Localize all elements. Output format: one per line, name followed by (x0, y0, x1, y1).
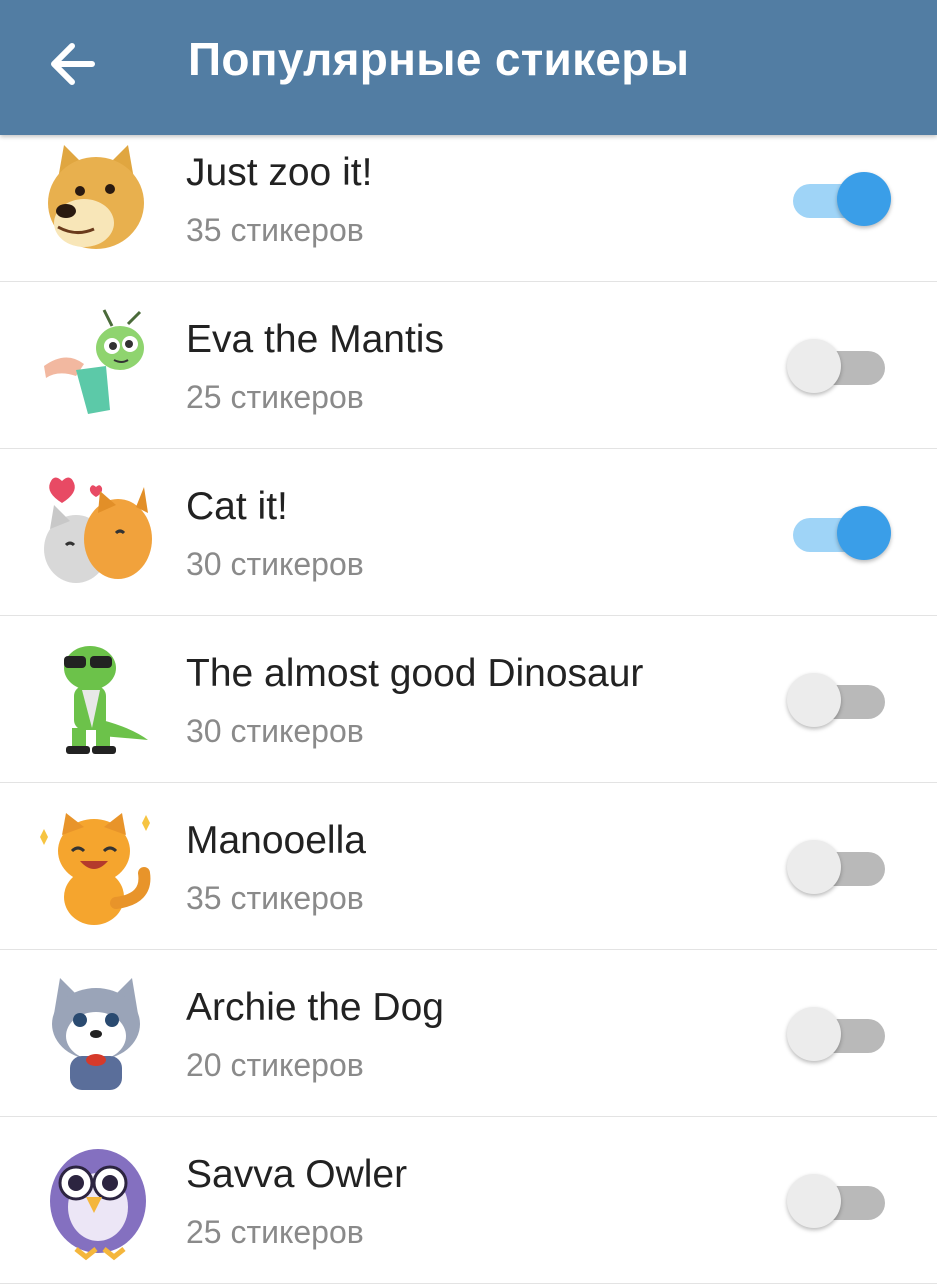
toggle-knob (787, 1007, 841, 1061)
pack-sticker-count: 25 стикеров (186, 379, 364, 415)
arrow-back-icon (51, 43, 95, 85)
pack-name: Just zoo it! (186, 151, 373, 194)
toggle-knob (787, 1174, 841, 1228)
sticker-pack-row[interactable]: Savva Owler 25 стикеров (0, 1117, 937, 1284)
pack-enabled-toggle[interactable] (787, 836, 891, 896)
sticker-pack-row[interactable]: Archie the Dog 20 стикеров (0, 950, 937, 1117)
pack-sticker-count: 30 стикеров (186, 546, 364, 582)
toggle-knob (787, 840, 841, 894)
pack-name: Cat it! (186, 485, 288, 528)
page-title: Популярные стикеры (188, 33, 690, 85)
pack-name: Savva Owler (186, 1153, 408, 1196)
orange-cat-sticker-icon (36, 807, 156, 927)
toggle-knob (837, 172, 891, 226)
pack-enabled-toggle[interactable] (787, 669, 891, 729)
sticker-pack-list: Just zoo it! 35 стикеров Eva the Mantis … (0, 0, 937, 1284)
sticker-pack-row[interactable]: Just zoo it! 35 стикеров (0, 115, 937, 282)
toggle-knob (787, 673, 841, 727)
pack-sticker-count: 20 стикеров (186, 1047, 364, 1083)
mantis-sticker-icon (36, 306, 156, 426)
pack-name: Eva the Mantis (186, 318, 444, 361)
owl-sticker-icon (36, 1141, 156, 1261)
pack-sticker-count: 35 стикеров (186, 880, 364, 916)
back-button[interactable] (34, 26, 114, 106)
sticker-pack-row[interactable]: The almost good Dinosaur 30 стикеров (0, 616, 937, 783)
toggle-knob (787, 339, 841, 393)
pack-enabled-toggle[interactable] (787, 502, 891, 562)
cats-hug-sticker-icon (36, 473, 156, 593)
dinosaur-sticker-icon (36, 640, 156, 760)
pack-enabled-toggle[interactable] (787, 1170, 891, 1230)
pack-name: The almost good Dinosaur (186, 652, 644, 695)
pack-name: Archie the Dog (186, 986, 444, 1029)
sticker-pack-row[interactable]: Manooella 35 стикеров (0, 783, 937, 950)
sticker-pack-row[interactable]: Cat it! 30 стикеров (0, 449, 937, 616)
doge-sticker-icon (36, 139, 156, 259)
toggle-knob (837, 506, 891, 560)
pack-sticker-count: 25 стикеров (186, 1214, 364, 1250)
pack-sticker-count: 35 стикеров (186, 212, 364, 248)
pack-enabled-toggle[interactable] (787, 1003, 891, 1063)
app-bar: Популярные стикеры (0, 0, 937, 135)
pack-sticker-count: 30 стикеров (186, 713, 364, 749)
sticker-pack-row[interactable]: Eva the Mantis 25 стикеров (0, 282, 937, 449)
husky-dog-sticker-icon (36, 974, 156, 1094)
pack-enabled-toggle[interactable] (787, 335, 891, 395)
pack-name: Manooella (186, 819, 366, 862)
pack-enabled-toggle[interactable] (787, 168, 891, 228)
